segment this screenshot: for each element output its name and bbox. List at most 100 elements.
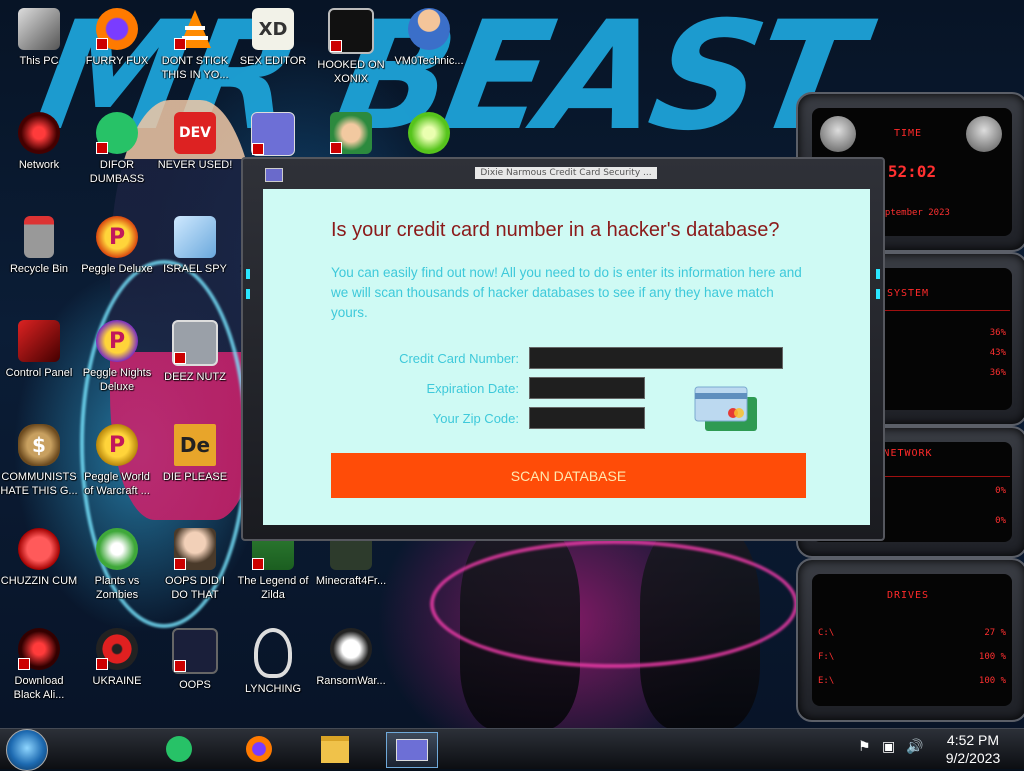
peggle-nights-icon: P: [96, 320, 138, 362]
desktop-icon-sex-editor[interactable]: XD SEX EDITOR: [234, 8, 312, 68]
alien-head-icon: [820, 116, 856, 152]
chuzzle-icon: [18, 528, 60, 570]
desktop-icon-oops-did-i[interactable]: OOPS DID I DO THAT: [156, 528, 234, 602]
icon-label: RansomWar...: [316, 675, 386, 687]
desktop-icon-deez-nutz[interactable]: DEEZ NUTZ: [156, 320, 234, 384]
desktop-icon-hooked-on-xonix[interactable]: HOOKED ON XONIX: [312, 8, 390, 86]
elf-icon: [330, 112, 372, 154]
hxd-icon: XD: [252, 8, 294, 50]
icon-label: SEX EDITOR: [239, 55, 307, 67]
desktop-icon-furry-fux[interactable]: FURRY FUX: [78, 8, 156, 68]
taskbar: ⚑ ▣ 🔊 4:52 PM 9/2/2023: [0, 728, 1024, 771]
zip-code-input[interactable]: [529, 407, 645, 429]
frame-led: [246, 289, 250, 299]
skull-icon: [330, 628, 372, 670]
desktop-icon-lynching[interactable]: LYNCHING: [234, 628, 312, 696]
desktop-icon-plants-vs-zombies[interactable]: Plants vs Zombies: [78, 528, 156, 602]
credit-cards-icon: [693, 385, 759, 435]
desktop-icon-download-black-ali[interactable]: Download Black Ali...: [0, 628, 78, 702]
icon-label: Minecraft4Fr...: [315, 575, 387, 587]
gadget-drive-row: C:\ 27 %: [818, 628, 1006, 638]
credit-card-security-window[interactable]: Dixie Narmous Credit Card Security ... I…: [241, 157, 885, 541]
money-bag-icon: $: [18, 424, 60, 466]
expiration-date-input[interactable]: [529, 377, 645, 399]
expiration-date-label: Expiration Date:: [426, 381, 520, 396]
start-button[interactable]: [6, 729, 48, 771]
desktop-icon-lime[interactable]: [390, 112, 468, 158]
gadget-drive-row: E:\ 100 %: [818, 676, 1006, 686]
icon-label: UKRAINE: [92, 675, 142, 687]
desktop-icon-oops[interactable]: OOPS: [156, 628, 234, 692]
desktop-icon-credit-card-app[interactable]: [234, 112, 312, 160]
description-text: You can easily find out now! All you nee…: [331, 265, 802, 320]
desktop-icon-israel-spy[interactable]: ISRAEL SPY: [156, 216, 234, 276]
desktop-icon-network[interactable]: Network: [0, 112, 78, 172]
desktop-icon-peggle-deluxe[interactable]: P Peggle Deluxe: [78, 216, 156, 276]
icon-label: Peggle Deluxe: [81, 263, 153, 275]
icon-label: Recycle Bin: [9, 263, 69, 275]
window-titlebar[interactable]: Dixie Narmous Credit Card Security ...: [243, 159, 883, 187]
desktop-icon-ukraine[interactable]: UKRAINE: [78, 628, 156, 688]
icon-label: LYNCHING: [244, 683, 302, 695]
icon-label: The Legend of Zilda: [237, 575, 309, 601]
desktop-icon-control-panel[interactable]: Control Panel: [0, 320, 78, 380]
xonix-icon: [328, 8, 374, 54]
rope-icon: [254, 628, 292, 678]
desktop-icon-peggle-nights[interactable]: P Peggle Nights Deluxe: [78, 320, 156, 394]
firefox-icon: [246, 736, 272, 762]
desktop-icon-difor-dumbass[interactable]: DIFOR DUMBASS: [78, 112, 156, 186]
icon-label: DEEZ NUTZ: [164, 371, 226, 383]
icon-label: Peggle Nights Deluxe: [82, 367, 152, 393]
icon-label: DIE PLEASE: [162, 471, 228, 483]
desktop-icon-elf[interactable]: [312, 112, 390, 158]
taskbar-file-explorer[interactable]: [310, 732, 360, 766]
taskbar-firefox[interactable]: [234, 732, 284, 766]
alien-orb-icon: [18, 628, 60, 670]
app-icon: [265, 168, 283, 182]
scan-database-button[interactable]: SCAN DATABASE: [331, 453, 806, 498]
flower-icon: [96, 528, 138, 570]
taskbar-chat-app[interactable]: [154, 732, 204, 766]
wallpaper-glow: [430, 540, 798, 668]
taskbar-credit-card-app[interactable]: [386, 732, 438, 768]
zip-code-label: Your Zip Code:: [432, 411, 519, 426]
icon-label: Peggle World of Warcraft ...: [84, 471, 150, 497]
system-clock[interactable]: 4:52 PM 9/2/2023: [930, 731, 1016, 767]
desktop-icon-ransomware[interactable]: RansomWar...: [312, 628, 390, 688]
control-panel-icon: [18, 320, 60, 362]
dev-cpp-icon: DEV: [174, 112, 216, 154]
spy-icon: [174, 216, 216, 258]
icon-label: ISRAEL SPY: [163, 263, 227, 275]
desktop-icon-communists[interactable]: $ COMMUNISTS HATE THIS G...: [0, 424, 78, 498]
network-icon: [18, 112, 60, 154]
icon-label: OOPS DID I DO THAT: [165, 575, 225, 601]
icon-label: CHUZZIN CUM: [0, 575, 78, 587]
desktop-icon-never-used[interactable]: DEV NEVER USED!: [156, 112, 234, 172]
icon-label: DONT STICK THIS IN YO...: [161, 55, 229, 81]
chat-bubble-icon: [166, 736, 192, 762]
die-icon: De: [174, 424, 216, 466]
credit-card-icon: [251, 112, 295, 156]
radiation-icon: [96, 628, 138, 670]
icon-label: COMMUNISTS HATE THIS G...: [0, 471, 78, 497]
card-number-input[interactable]: [529, 347, 783, 369]
icon-label: OOPS: [179, 679, 211, 691]
lime-icon: [408, 112, 450, 154]
desktop-icon-recycle-bin[interactable]: Recycle Bin: [0, 216, 78, 276]
gadget-drives-title: DRIVES: [886, 590, 930, 601]
volume-icon[interactable]: 🔊: [906, 739, 923, 755]
icon-label: This PC: [19, 55, 59, 67]
desktop-icon-this-pc[interactable]: This PC: [0, 8, 78, 68]
desktop-icon-peggle-wow[interactable]: P Peggle World of Warcraft ...: [78, 424, 156, 498]
desktop-icon-chuzzin-cum[interactable]: CHUZZIN CUM: [0, 528, 78, 588]
desktop-icon-dont-stick[interactable]: DONT STICK THIS IN YO...: [156, 8, 234, 82]
clock-time: 4:52 PM: [946, 732, 1000, 748]
icon-label: VM0Technic...: [394, 55, 464, 67]
icon-label: FURRY FUX: [85, 55, 149, 67]
desktop-icon-die-please[interactable]: De DIE PLEASE: [156, 424, 234, 484]
gadget-drive-row: F:\ 100 %: [818, 652, 1006, 662]
desktop-icon-vm0technic[interactable]: VM0Technic...: [390, 8, 468, 68]
network-tray-icon[interactable]: ▣: [882, 739, 895, 755]
flag-icon[interactable]: ⚑: [858, 739, 871, 755]
icon-label: Download Black Ali...: [13, 675, 65, 701]
